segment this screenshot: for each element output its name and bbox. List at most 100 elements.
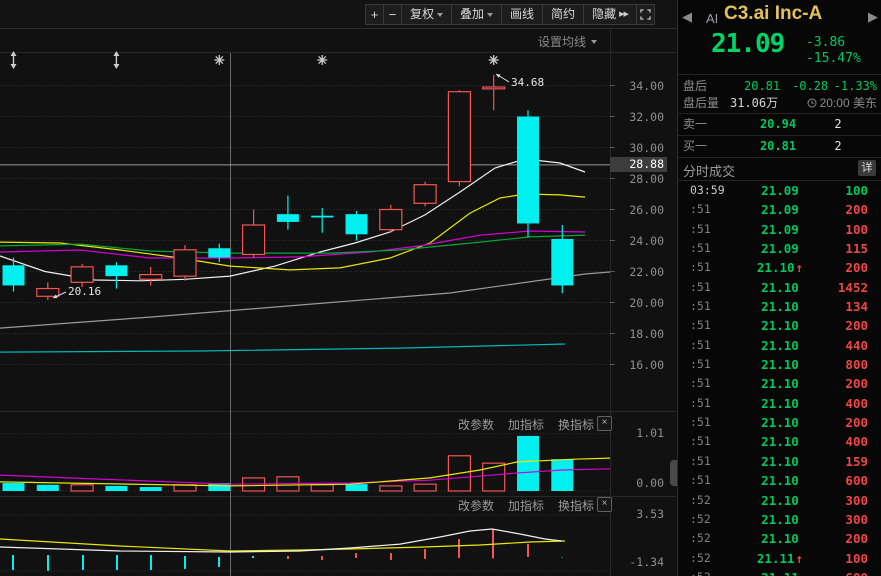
chevron-down-icon bbox=[487, 12, 494, 17]
prev-stock-arrow[interactable]: ◀ bbox=[682, 9, 692, 25]
fullscreen-button[interactable] bbox=[635, 4, 655, 25]
tape-row: :51 21.10 200 bbox=[678, 413, 881, 432]
ma-cyan bbox=[0, 343, 566, 353]
chart-region: + − 复权 叠加 画线 简约 隐藏 ▶▶ 设置均线 改参数 加指标 换指标 ×… bbox=[0, 0, 677, 576]
trade-time: :52 bbox=[690, 511, 711, 526]
candle bbox=[413, 184, 437, 204]
trade-time: :51 bbox=[690, 318, 711, 333]
ma-settings-dropdown[interactable]: 设置均线 bbox=[538, 33, 598, 50]
trade-price: 21.09 bbox=[761, 202, 799, 218]
zoom-in-button[interactable]: + bbox=[365, 4, 384, 25]
candle bbox=[447, 91, 471, 183]
change-params-button[interactable]: 改参数 bbox=[458, 416, 494, 433]
draw-line-button[interactable]: 画线 bbox=[501, 4, 544, 25]
trade-time: :52 bbox=[690, 550, 711, 565]
trade-time: 03:59 bbox=[690, 183, 725, 197]
close-indicator-panel-button[interactable]: × bbox=[597, 497, 612, 512]
price-chart[interactable] bbox=[0, 0, 677, 576]
add-indicator-button[interactable]: 加指标 bbox=[508, 416, 544, 433]
simple-mode-button[interactable]: 简约 bbox=[542, 4, 585, 25]
y-axis-label: 16.00 bbox=[629, 357, 664, 372]
trade-volume: 400 bbox=[845, 434, 868, 450]
bid-label: 买一 bbox=[683, 139, 708, 153]
trade-price: 21.10 bbox=[761, 434, 799, 450]
tape-row: :52 21.11↑ 100 bbox=[678, 549, 881, 568]
trade-price: 21.10↑ bbox=[756, 260, 804, 276]
next-stock-arrow[interactable]: ▶ bbox=[868, 9, 878, 25]
ask-row[interactable]: 卖一 20.94 2 bbox=[678, 114, 881, 134]
trade-time: :52 bbox=[690, 531, 711, 546]
bid-row[interactable]: 买一 20.81 2 bbox=[678, 136, 881, 156]
stock-name[interactable]: C3.ai Inc-A bbox=[724, 3, 822, 25]
panel-collapse-handle[interactable] bbox=[670, 460, 677, 486]
hide-label: 隐藏 bbox=[592, 7, 617, 21]
overlay-button[interactable]: 叠加 bbox=[451, 4, 503, 25]
zoom-out-button[interactable]: − bbox=[383, 4, 402, 25]
candle bbox=[70, 266, 94, 283]
adjust-price-label: 复权 bbox=[410, 7, 435, 21]
ind-white bbox=[0, 528, 563, 553]
trade-volume: 1452 bbox=[837, 279, 868, 295]
switch-indicator-button[interactable]: 换指标 bbox=[558, 497, 594, 514]
chevron-down-icon bbox=[591, 39, 598, 44]
uptick-arrow-icon: ↑ bbox=[795, 550, 804, 566]
trade-price: 21.10 bbox=[761, 395, 799, 411]
tape-row: :51 21.10 159 bbox=[678, 452, 881, 471]
indicator-axis-min: -1.34 bbox=[629, 555, 664, 569]
candle bbox=[139, 274, 163, 280]
tape-row: 03:59 21.09 100 bbox=[678, 181, 881, 200]
trade-price: 21.10 bbox=[761, 279, 799, 295]
volume-bar bbox=[139, 487, 162, 491]
ask-label: 卖一 bbox=[683, 117, 708, 131]
trade-price: 21.09 bbox=[761, 183, 799, 198]
hide-button[interactable]: 隐藏 ▶▶ bbox=[583, 4, 637, 25]
tape-header: 分时成交 详 bbox=[678, 158, 881, 180]
market-tag: AI bbox=[706, 11, 719, 26]
trade-price: 21.10 bbox=[761, 492, 799, 508]
candle bbox=[276, 214, 299, 222]
expand-icon bbox=[640, 9, 651, 20]
tape-row: :51 21.10 134 bbox=[678, 297, 881, 316]
ma-settings-label: 设置均线 bbox=[538, 35, 587, 49]
y-axis-label: 30.00 bbox=[629, 140, 664, 155]
candle bbox=[2, 265, 25, 286]
trade-price: 21.10 bbox=[761, 357, 799, 373]
after-hours-label: 盘后 bbox=[683, 79, 708, 93]
trade-time: :51 bbox=[690, 202, 711, 217]
y-axis-label: 34.00 bbox=[629, 78, 664, 93]
tape-row: :51 21.10 400 bbox=[678, 432, 881, 451]
trade-volume: 200 bbox=[845, 415, 868, 431]
adjust-price-button[interactable]: 复权 bbox=[401, 4, 453, 25]
trade-price: 21.11 bbox=[740, 568, 820, 576]
y-axis-label: 26.00 bbox=[629, 202, 664, 217]
trade-price: 21.11↑ bbox=[756, 550, 804, 566]
tape-detail-button[interactable]: 详 bbox=[858, 160, 876, 176]
simple-mode-label: 简约 bbox=[551, 7, 576, 21]
trade-volume: 200 bbox=[845, 202, 868, 218]
switch-indicator-button[interactable]: 换指标 bbox=[558, 416, 594, 433]
trade-volume: 600 bbox=[845, 473, 868, 489]
close-volume-panel-button[interactable]: × bbox=[597, 416, 612, 431]
trade-price: 21.10 bbox=[761, 299, 799, 315]
trade-price: 21.10 bbox=[761, 511, 799, 527]
trade-time: :51 bbox=[690, 376, 711, 391]
tape-row: :51 21.10↑ 200 bbox=[678, 258, 881, 277]
price-annotation: 20.16 bbox=[68, 285, 102, 298]
tape-row: :51 21.10 400 bbox=[678, 394, 881, 413]
add-indicator-button[interactable]: 加指标 bbox=[508, 497, 544, 514]
y-axis-label: 18.00 bbox=[629, 326, 664, 341]
session-time-text: 20:00 美东 bbox=[819, 96, 877, 110]
volume-axis-max: 1.01 bbox=[636, 426, 664, 440]
price-annotation: 34.68 bbox=[511, 76, 545, 89]
volume-bar bbox=[70, 484, 94, 492]
candle bbox=[482, 86, 506, 90]
change-params-button[interactable]: 改参数 bbox=[458, 497, 494, 514]
candle bbox=[517, 116, 539, 224]
candle bbox=[208, 248, 231, 258]
ask-size: 2 bbox=[834, 117, 842, 131]
time-and-sales-list[interactable]: 03:59 21.09 100:51 21.09 200:51 21.09 100:51 21… bbox=[678, 181, 881, 576]
trade-volume: 200 bbox=[845, 531, 868, 547]
trade-time: :51 bbox=[690, 415, 711, 430]
draw-line-label: 画线 bbox=[510, 7, 535, 21]
volume-panel-tools: 改参数 加指标 换指标 bbox=[458, 416, 594, 433]
